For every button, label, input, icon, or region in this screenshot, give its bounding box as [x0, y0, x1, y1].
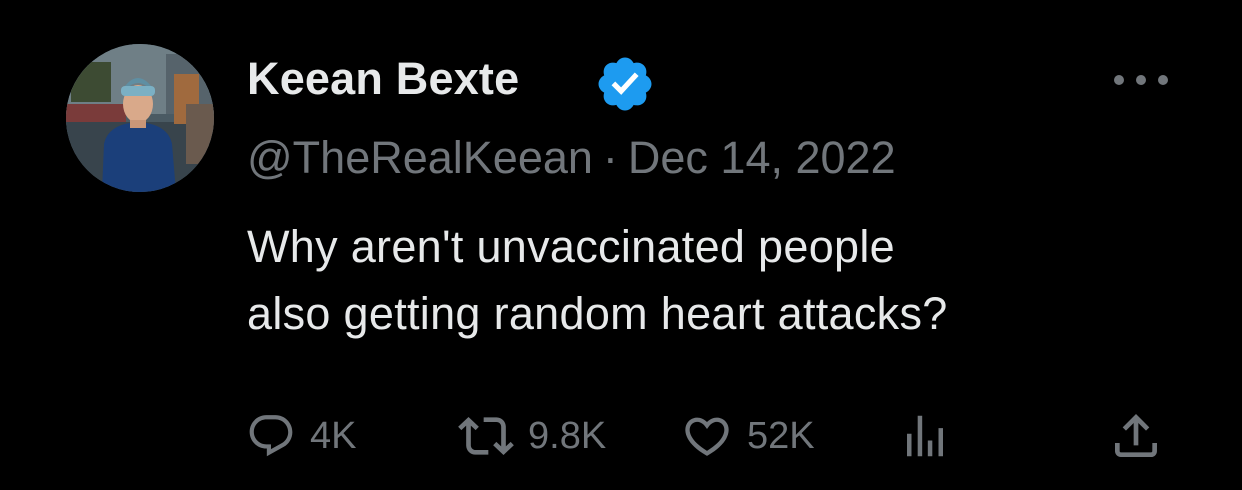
retweet-count: 9.8K: [528, 414, 607, 457]
more-icon[interactable]: [1110, 62, 1172, 98]
tweet-text: Why aren't unvaccinated people also gett…: [247, 213, 1207, 347]
views-button[interactable]: [898, 406, 952, 466]
tweet-text-line: Why aren't unvaccinated people: [247, 221, 895, 272]
like-count: 52K: [747, 414, 815, 457]
reply-icon: [249, 415, 293, 457]
author-name[interactable]: Keean Bexte: [247, 53, 519, 105]
verified-badge-icon: [598, 57, 652, 111]
avatar[interactable]: [66, 44, 214, 192]
retweet-button[interactable]: 9.8K: [458, 406, 606, 466]
meta-separator: ·: [602, 132, 618, 183]
like-button[interactable]: 52K: [681, 406, 815, 466]
retweet-icon: [458, 417, 514, 455]
share-icon: [1115, 414, 1157, 457]
tweet-meta: @TheRealKeean · Dec 14, 2022: [247, 132, 896, 184]
reply-count: 4K: [310, 414, 357, 457]
avatar-image: [66, 44, 214, 192]
tweet-date[interactable]: Dec 14, 2022: [628, 132, 896, 183]
action-bar: 4K 9.8K 52K: [0, 398, 1242, 478]
views-icon: [907, 415, 943, 457]
tweet-text-line: also getting random heart attacks?: [247, 288, 948, 339]
tweet[interactable]: Keean Bexte @TheRealKeean · Dec 14, 2022 W…: [0, 0, 1242, 490]
author-handle[interactable]: @TheRealKeean: [247, 132, 593, 183]
share-button[interactable]: [1108, 406, 1164, 466]
reply-button[interactable]: 4K: [246, 406, 356, 466]
heart-icon: [685, 417, 729, 456]
